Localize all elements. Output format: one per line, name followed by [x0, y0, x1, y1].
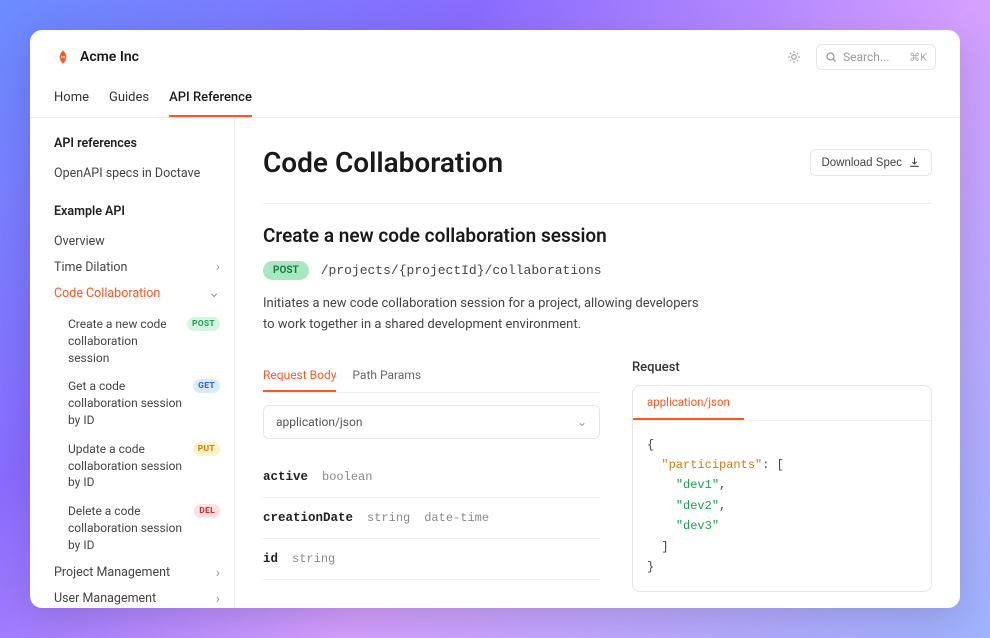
param-type: string: [367, 511, 410, 525]
left-column: Request Body Path Params application/jso…: [263, 360, 600, 608]
tab-api-reference[interactable]: API Reference: [169, 80, 252, 117]
title-row: Code Collaboration Download Spec: [263, 146, 932, 204]
method-badge-put: PUT: [193, 442, 220, 456]
sidebar-subitem-create[interactable]: Create a new code collaboration session …: [68, 310, 220, 372]
brand-logo-icon: [54, 48, 72, 66]
content-type-select[interactable]: application/json ⌄: [263, 405, 600, 439]
sidebar-group-title: Example API: [54, 204, 220, 219]
request-code-block[interactable]: { "participants": [ "dev1", "dev2", "dev…: [633, 421, 931, 592]
method-badge-get: GET: [193, 379, 220, 393]
chevron-right-icon: ›: [216, 591, 220, 607]
search-shortcut: ⌘K: [909, 51, 927, 64]
endpoint-path: /projects/{projectId}/collaborations: [321, 263, 602, 278]
sidebar-item-label: Code Collaboration: [54, 286, 160, 301]
request-body-tabs: Request Body Path Params: [263, 360, 600, 393]
request-panel: application/json { "participants": [ "de…: [632, 385, 932, 593]
tab-guides[interactable]: Guides: [109, 80, 149, 117]
chevron-down-icon: ⌄: [208, 285, 220, 301]
tab-request-body[interactable]: Request Body: [263, 360, 336, 392]
download-spec-button[interactable]: Download Spec: [810, 149, 932, 176]
page-title: Code Collaboration: [263, 146, 503, 179]
sidebar-subitems: Create a new code collaboration session …: [54, 310, 220, 560]
request-panel-title: Request: [632, 360, 932, 375]
param-format: date-time: [424, 511, 489, 525]
endpoint-title: Create a new code collaboration session: [263, 224, 932, 247]
param-row-active[interactable]: active boolean: [263, 457, 600, 498]
endpoint-row: POST /projects/{projectId}/collaboration…: [263, 261, 932, 280]
param-name: id: [263, 552, 278, 566]
two-column-layout: Request Body Path Params application/jso…: [263, 360, 932, 608]
endpoint-description: Initiates a new code collaboration sessi…: [263, 294, 713, 336]
sidebar-item-overview[interactable]: Overview: [54, 229, 220, 254]
chevron-right-icon: ›: [216, 565, 220, 581]
chevron-down-icon: ⌄: [577, 415, 587, 429]
method-badge-del: DEL: [194, 504, 220, 518]
main-body: API references OpenAPI specs in Doctave …: [30, 118, 960, 608]
param-name: active: [263, 470, 308, 484]
download-spec-label: Download Spec: [821, 157, 902, 169]
sidebar-item-label: OpenAPI specs in Doctave: [54, 166, 200, 181]
sidebar-item-label: Overview: [54, 234, 105, 249]
param-type: boolean: [322, 470, 372, 484]
topbar: Acme Inc Search... ⌘K: [30, 30, 960, 80]
sidebar-group-title: API references: [54, 136, 220, 151]
search-input[interactable]: Search... ⌘K: [816, 44, 936, 70]
tab-home[interactable]: Home: [54, 80, 89, 117]
param-type: string: [292, 552, 335, 566]
theme-toggle-button[interactable]: [782, 45, 806, 69]
sidebar-item-label: Get a code collaboration session by ID: [68, 378, 187, 428]
method-badge-post: POST: [187, 317, 220, 331]
search-placeholder: Search...: [843, 50, 889, 64]
main-content: Code Collaboration Download Spec Create …: [235, 118, 960, 608]
sidebar-subitem-update[interactable]: Update a code collaboration session by I…: [68, 435, 220, 497]
content-type-value: application/json: [276, 415, 362, 429]
sun-icon: [787, 50, 801, 64]
sidebar-item-user-management[interactable]: User Management ›: [54, 586, 220, 608]
sidebar-item-project-management[interactable]: Project Management ›: [54, 560, 220, 586]
nav-tabs: Home Guides API Reference: [30, 80, 960, 118]
sidebar-item-label: Update a code collaboration session by I…: [68, 441, 187, 491]
sidebar-item-label: Delete a code collaboration session by I…: [68, 503, 188, 553]
brand[interactable]: Acme Inc: [54, 48, 139, 66]
param-row-id[interactable]: id string: [263, 539, 600, 580]
chevron-right-icon: ›: [216, 259, 220, 275]
param-row-creationdate[interactable]: creationDate string date-time: [263, 498, 600, 539]
tab-path-params[interactable]: Path Params: [352, 360, 421, 392]
endpoint-method-badge: POST: [263, 261, 309, 280]
sidebar-item-time-dilation[interactable]: Time Dilation ›: [54, 254, 220, 280]
brand-name: Acme Inc: [80, 49, 139, 65]
right-column: Request application/json { "participants…: [632, 360, 932, 608]
app-window: Acme Inc Search... ⌘K Home Guides API Re…: [30, 30, 960, 608]
sidebar-item-label: Project Management: [54, 565, 170, 580]
sidebar-item-openapi[interactable]: OpenAPI specs in Doctave: [54, 161, 220, 186]
download-icon: [908, 156, 921, 169]
sidebar-subitem-delete[interactable]: Delete a code collaboration session by I…: [68, 497, 220, 559]
sidebar-item-label: Create a new code collaboration session: [68, 316, 181, 366]
sidebar: API references OpenAPI specs in Doctave …: [30, 118, 235, 608]
topbar-right: Search... ⌘K: [782, 44, 936, 70]
sidebar-subitem-get[interactable]: Get a code collaboration session by ID G…: [68, 372, 220, 434]
param-name: creationDate: [263, 511, 353, 525]
sidebar-item-label: User Management: [54, 591, 156, 606]
tab-application-json[interactable]: application/json: [633, 386, 744, 420]
request-content-tabs: application/json: [633, 386, 931, 421]
sidebar-item-code-collaboration[interactable]: Code Collaboration ⌄: [54, 280, 220, 306]
search-icon: [825, 51, 837, 63]
sidebar-item-label: Time Dilation: [54, 260, 127, 275]
